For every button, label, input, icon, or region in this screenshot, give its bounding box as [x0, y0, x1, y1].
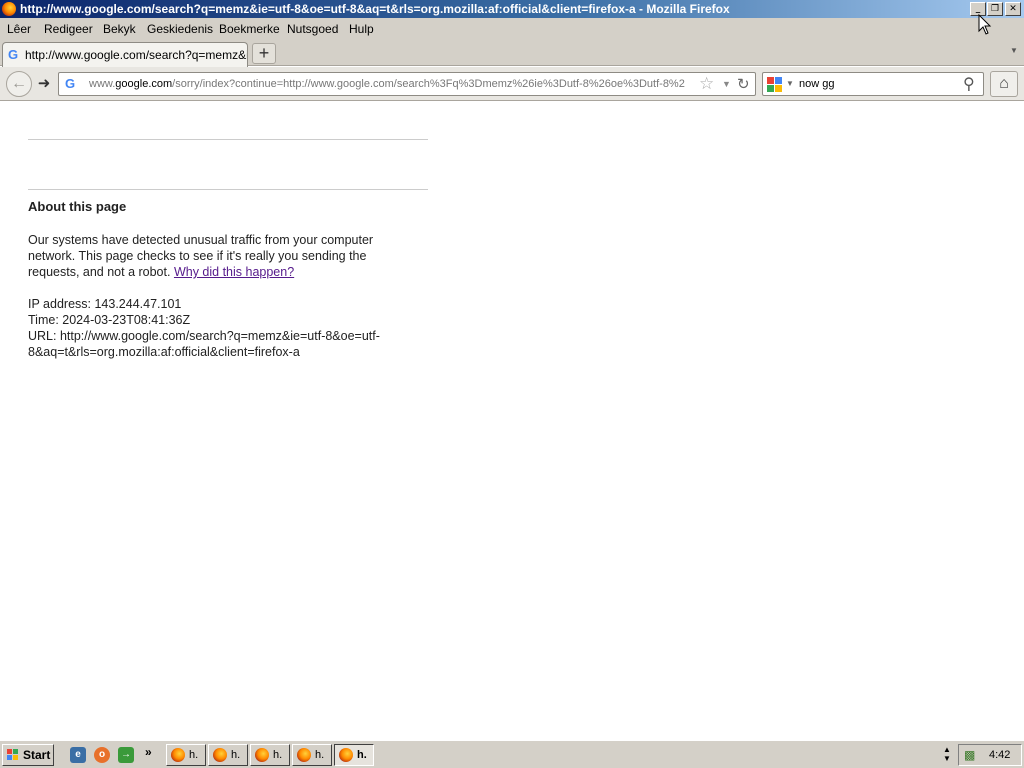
url-bar[interactable]: G www.google.com/sorry/index?continue=ht…: [58, 72, 756, 96]
task-label: h.: [189, 749, 199, 761]
menu-file[interactable]: Lêer: [7, 22, 31, 36]
search-bar[interactable]: ▼ now gg ⚲: [762, 72, 984, 96]
system-tray: ▩ 4:42: [958, 744, 1022, 766]
window-title-bar[interactable]: http://www.google.com/search?q=memz&ie=u…: [0, 0, 1024, 18]
taskbar-firefox-window-2[interactable]: h.: [208, 744, 248, 766]
task-label: h.: [273, 749, 283, 761]
taskbar-firefox-window-4[interactable]: h.: [292, 744, 332, 766]
firefox-icon[interactable]: [2, 2, 16, 16]
home-button[interactable]: ⌂: [990, 71, 1018, 97]
taskbar-firefox-window-1[interactable]: h.: [166, 744, 206, 766]
quicklaunch-more-chevron[interactable]: »: [145, 745, 152, 759]
firefox-icon: [171, 748, 185, 762]
show-desktop-icon[interactable]: →: [118, 747, 134, 763]
window-title: http://www.google.com/search?q=memz&ie=u…: [20, 2, 730, 16]
reload-icon[interactable]: ↻: [737, 75, 750, 93]
divider-middle: [28, 189, 428, 190]
network-tray-icon[interactable]: ▩: [964, 748, 975, 762]
url-path: /sorry/index?continue=http://www.google.…: [172, 78, 685, 90]
firefox-icon: [297, 748, 311, 762]
url-line-1: URL: http://www.google.com/search?q=memz…: [28, 329, 380, 343]
tray-clock[interactable]: 4:42: [989, 749, 1010, 761]
taskbar: Start e o → » h. h. h. h. h. ▲ ▼ ▩ 4:42: [0, 740, 1024, 768]
menu-edit[interactable]: Redigeer: [44, 22, 93, 36]
forward-button[interactable]: ➜: [32, 74, 56, 94]
taskbar-firefox-window-3[interactable]: h.: [250, 744, 290, 766]
taskbar-scroll-arrows[interactable]: ▲ ▼: [940, 745, 954, 765]
search-input[interactable]: now gg: [799, 78, 834, 90]
start-label: Start: [23, 748, 51, 762]
menu-bookmarks[interactable]: Boekmerke: [219, 22, 280, 36]
url-history-dropdown-icon[interactable]: ▼: [722, 79, 731, 89]
firefox-icon: [339, 748, 353, 762]
url-text[interactable]: www.google.com/sorry/index?continue=http…: [89, 78, 695, 90]
forward-arrow-icon: ➜: [37, 75, 51, 92]
divider-top: [28, 139, 428, 140]
back-button[interactable]: ←: [6, 71, 32, 97]
url-prefix: www.: [89, 78, 116, 90]
desktop-screen: http://www.google.com/search?q=memz&ie=u…: [0, 0, 1024, 768]
tab-list-arrow-icon[interactable]: ▼: [1010, 46, 1018, 55]
menu-tools[interactable]: Nutsgoed: [287, 22, 338, 36]
back-arrow-icon: ←: [11, 75, 27, 92]
url-domain: google.com: [115, 78, 173, 90]
why-link[interactable]: Why did this happen?: [174, 265, 294, 279]
tab-title: http://www.google.com/search?q=memz&ie..…: [25, 48, 247, 62]
tab-active[interactable]: G http://www.google.com/search?q=memz&ie…: [2, 42, 248, 67]
search-engine-icon[interactable]: [767, 77, 783, 92]
google-favicon-icon: G: [8, 47, 19, 62]
task-label: h.: [357, 749, 367, 761]
url-line-2: 8&aq=t&rls=org.mozilla:af:official&clien…: [28, 345, 300, 359]
menu-history[interactable]: Geskiedenis: [147, 22, 213, 36]
taskbar-firefox-window-active[interactable]: h.: [334, 744, 374, 766]
time-line: Time: 2024-03-23T08:41:36Z: [28, 313, 191, 327]
new-tab-button[interactable]: +: [252, 43, 276, 64]
close-button[interactable]: ✕: [1005, 2, 1021, 16]
menu-bar: Lêer Redigeer Bekyk Geskiedenis Boekmerk…: [0, 18, 1024, 40]
page-content: About this page Our systems have detecte…: [0, 102, 1024, 740]
ip-address-line: IP address: 143.244.47.101: [28, 297, 182, 311]
home-icon: ⌂: [999, 75, 1009, 92]
tab-strip: G http://www.google.com/search?q=memz&ie…: [0, 40, 1024, 67]
ie-quicklaunch-icon[interactable]: e: [70, 747, 86, 763]
menu-view[interactable]: Bekyk: [103, 22, 136, 36]
mouse-cursor-icon: [978, 14, 992, 35]
task-label: h.: [315, 749, 325, 761]
windows-logo-icon: [7, 749, 19, 761]
task-label: h.: [231, 749, 241, 761]
firefox-icon: [255, 748, 269, 762]
about-heading: About this page: [28, 199, 127, 214]
magnifier-icon[interactable]: ⚲: [963, 74, 975, 94]
search-engine-dropdown-icon[interactable]: ▼: [786, 79, 794, 88]
site-favicon-icon: G: [65, 76, 76, 91]
navigation-toolbar: ← ➜ G www.google.com/sorry/index?continu…: [0, 67, 1024, 101]
firefox-icon: [213, 748, 227, 762]
menu-help[interactable]: Hulp: [349, 22, 374, 36]
bookmark-star-icon[interactable]: ☆: [699, 74, 714, 94]
start-button[interactable]: Start: [2, 744, 54, 766]
unusual-traffic-message: Our systems have detected unusual traffi…: [28, 232, 408, 280]
opera-quicklaunch-icon[interactable]: o: [94, 747, 110, 763]
